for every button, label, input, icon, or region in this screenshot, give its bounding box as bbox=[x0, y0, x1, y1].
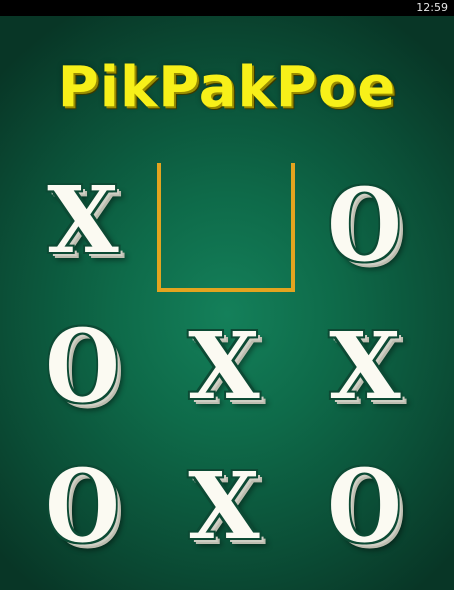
cell-mark: X bbox=[47, 166, 119, 274]
board-cell-r2-c1[interactable]: X bbox=[155, 436, 293, 576]
cell-mark: X bbox=[329, 312, 401, 420]
board-cell-r0-c1[interactable] bbox=[140, 157, 295, 297]
board-cell-r1-c2[interactable]: X bbox=[296, 296, 434, 436]
board-cell-r1-c1[interactable]: X bbox=[155, 296, 293, 436]
board-cell-r1-c0[interactable]: O bbox=[14, 296, 152, 436]
board-cell-r2-c0[interactable]: O bbox=[14, 436, 152, 576]
cell-mark: X bbox=[188, 312, 260, 420]
board-cell-r2-c2[interactable]: O bbox=[296, 436, 434, 576]
board-cell-r0-c0[interactable]: X bbox=[14, 150, 152, 290]
cell-mark: O bbox=[45, 447, 121, 565]
cell-mark: X bbox=[188, 452, 260, 560]
cell-mark: O bbox=[327, 447, 403, 565]
board-cell-r0-c2[interactable]: O bbox=[296, 155, 434, 295]
cell-mark: O bbox=[327, 166, 403, 284]
game-board: X O O X X O X O bbox=[0, 0, 454, 590]
cell-mark: O bbox=[45, 307, 121, 425]
